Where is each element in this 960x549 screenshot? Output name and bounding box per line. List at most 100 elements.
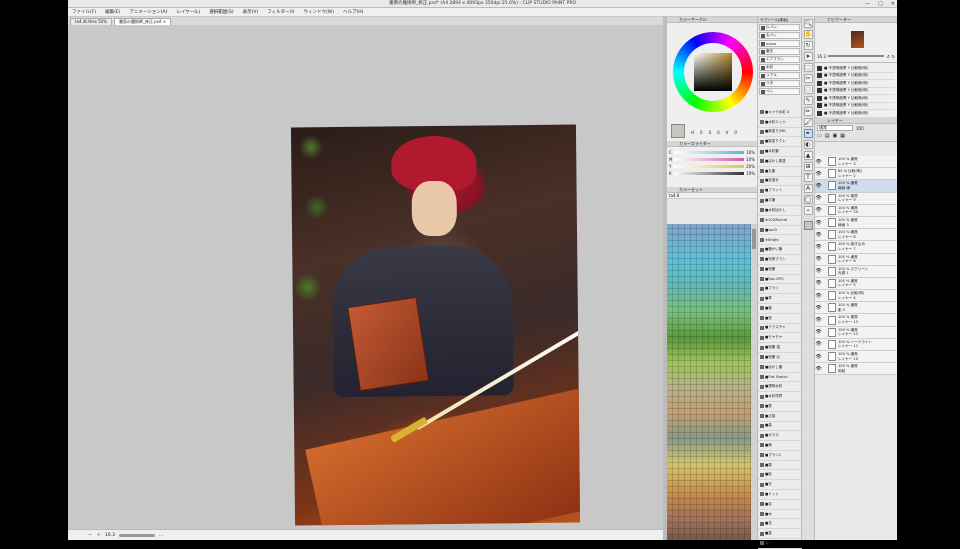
material-item[interactable]: ★Bright <box>758 235 802 246</box>
pen-icon[interactable]: ✎ <box>803 96 813 105</box>
material-item[interactable]: ■平筆 <box>758 196 802 206</box>
select-icon[interactable]: ⬚ <box>803 63 813 72</box>
canvas-area[interactable] <box>68 25 663 529</box>
eye-icon[interactable]: 👁 <box>815 293 822 299</box>
saturation-value-square[interactable] <box>694 53 732 91</box>
eye-icon[interactable]: 👁 <box>815 366 822 372</box>
blend-icon[interactable]: ◐ <box>803 140 813 149</box>
navigator-thumbnail[interactable] <box>851 31 864 48</box>
eye-icon[interactable]: 👁 <box>815 341 822 347</box>
layer-property-row[interactable]: ■ 不透明度黒 Y 比較暗(明) <box>817 65 895 73</box>
material-item[interactable]: ■木 <box>758 510 802 520</box>
material-item[interactable]: ■枝 <box>758 314 802 324</box>
material-item[interactable]: ■透明水彩 <box>758 382 802 393</box>
sub-tool-watercolor[interactable]: 水彩 <box>759 64 800 71</box>
eye-icon[interactable]: 👁 <box>815 232 822 238</box>
layer-property-row[interactable]: ■ 不透明度黒 Y 比較暗(明) <box>817 110 895 118</box>
frame-icon[interactable]: ⊞ <box>803 162 813 171</box>
eye-icon[interactable]: 👁 <box>815 317 822 323</box>
brush-icon[interactable]: 🖌 <box>803 118 813 127</box>
layer-row[interactable]: 👁 100 % 比較(明) レイヤー 4 <box>815 290 897 303</box>
eye-icon[interactable]: 👁 <box>815 171 822 177</box>
layer-row[interactable]: 👁 100 % 乗算 レイヤー 13 <box>815 314 897 327</box>
eye-icon[interactable]: 👁 <box>815 244 822 250</box>
move-icon[interactable]: ➤ <box>803 52 813 61</box>
eye-icon[interactable]: 👁 <box>815 183 822 189</box>
menu-layer[interactable]: レイヤー(L) <box>176 9 200 15</box>
current-color-swatch[interactable] <box>671 124 685 138</box>
material-item[interactable]: ■sbd3 <box>758 226 802 236</box>
balloon-icon[interactable]: A <box>803 184 813 193</box>
layer-row[interactable]: 👁 100 % 通常 レイヤー 3 <box>815 156 897 169</box>
material-item[interactable]: ■水彩ぼかし <box>758 206 802 216</box>
sub-tool-real[interactable]: リアル <box>759 72 800 79</box>
material-item[interactable]: ■岩 <box>758 500 802 510</box>
material-item[interactable]: ■布鉄ブラシ <box>758 255 802 265</box>
sub-tool-airbrush[interactable]: エアブラシ <box>759 56 800 63</box>
material-item[interactable]: ■草 <box>758 294 802 304</box>
rotate-left-icon[interactable]: ↺ <box>886 54 889 59</box>
eye-icon[interactable]: 👁 <box>815 207 822 213</box>
menu-selection[interactable]: 選択範囲(S) <box>209 9 233 15</box>
layer-row[interactable]: 👁 100 % 通常 レイヤー 12 <box>815 326 897 339</box>
layer-row[interactable]: 👁 100 % 乗算 レイヤー 9 <box>815 192 897 205</box>
zoom-slider[interactable] <box>827 55 885 57</box>
menu-animation[interactable]: アニメーション(A) <box>129 9 167 15</box>
layer-row[interactable]: 👁 100 % 通常 線画 3 <box>815 216 897 230</box>
blend-mode-select[interactable]: 通常 <box>817 125 853 131</box>
sub-tool-round-pen[interactable]: 丸ペン <box>759 32 800 39</box>
layer-property-row[interactable]: ■ 不透明度黒 Y 比較暗(明) <box>817 80 895 88</box>
material-item[interactable]: ■鉛筆 濃 <box>758 343 802 353</box>
material-item[interactable]: ■ブラシ <box>758 284 802 295</box>
material-item[interactable]: ■Flat Sketch <box>758 373 802 383</box>
material-item[interactable]: ■ブラシ2 <box>758 451 802 461</box>
close-button[interactable]: ✕ <box>891 1 895 7</box>
material-item[interactable]: ■水 <box>758 539 802 549</box>
menu-view[interactable]: 表示(V) <box>243 9 259 15</box>
layer-row[interactable]: 👁 100 % 通常 線画 線 <box>815 180 897 193</box>
sub-tool-g-pen[interactable]: G-ペン <box>759 24 800 31</box>
zoom-slider[interactable] <box>119 533 156 537</box>
rotate-icon[interactable]: ↻ <box>803 41 813 50</box>
layer-row[interactable]: 👁 100 % スクリーン 光源 1 <box>815 265 897 278</box>
zoom-out-icon[interactable]: － <box>88 532 93 538</box>
material-item[interactable]: ■ドット <box>758 490 802 500</box>
layer-property-row[interactable]: ■ 不透明度黒 Y 比較暗(明) <box>817 88 895 95</box>
slider-m[interactable]: M 10% <box>669 157 755 162</box>
layer-property-row[interactable]: ■ 不透明度黒 Y 比較暗(明) <box>817 95 895 103</box>
material-item[interactable]: ■霧 <box>758 402 802 412</box>
maximize-button[interactable]: □ <box>878 1 883 7</box>
material-item[interactable]: ■森 <box>758 422 802 432</box>
material-item[interactable]: ■厚塗り(MK <box>758 128 802 138</box>
zoom-icon[interactable]: 🔍 <box>803 19 813 28</box>
material-item[interactable]: ■葉 <box>758 304 802 314</box>
material-item[interactable]: ■ぼかし厚塗 <box>758 157 802 167</box>
material-item[interactable]: ■水彩筆 <box>758 147 802 157</box>
sub-tool-pen[interactable]: ペン <box>759 88 800 95</box>
figure-icon[interactable]: ◯ <box>803 195 813 204</box>
marker-icon[interactable]: ✒ <box>803 129 813 138</box>
color-set-grid[interactable] <box>667 224 751 540</box>
material-item[interactable]: ■丸筆 <box>758 167 802 177</box>
color-set-select[interactable]: ta4.8 <box>667 193 757 199</box>
material-item[interactable]: ■フラット <box>758 186 802 197</box>
material-item[interactable]: ■線 <box>758 441 802 451</box>
menu-edit[interactable]: 編集(E) <box>105 9 120 15</box>
material-item[interactable]: ■星 <box>758 529 802 540</box>
slider-c[interactable]: C 10% <box>669 150 755 155</box>
cut-icon[interactable]: ✂ <box>803 74 813 83</box>
material-item[interactable]: ■ぼかし筆 <box>758 363 802 373</box>
material-item[interactable]: ■厚塗りクレ <box>758 137 802 148</box>
material-item[interactable]: ■ガラス <box>758 431 802 442</box>
minimize-button[interactable]: — <box>865 1 870 7</box>
material-item[interactable]: ■水彩境界 <box>758 392 802 402</box>
eye-icon[interactable]: 👁 <box>815 329 822 335</box>
main-color-swatch[interactable] <box>803 221 813 230</box>
material-item[interactable]: ■テクスチャ <box>758 324 802 334</box>
text-icon[interactable]: T <box>803 173 813 182</box>
material-item[interactable]: ■鉛筆 淡 <box>758 353 802 363</box>
eye-icon[interactable]: 👁 <box>815 305 822 311</box>
layer-property-row[interactable]: ■ 不透明度黒 Y 比較暗(明) <box>817 73 895 80</box>
material-item[interactable]: ■暖かい筆 <box>758 245 802 255</box>
layer-row[interactable]: 👁 100 % 通常 レイヤー 8 <box>815 229 897 242</box>
